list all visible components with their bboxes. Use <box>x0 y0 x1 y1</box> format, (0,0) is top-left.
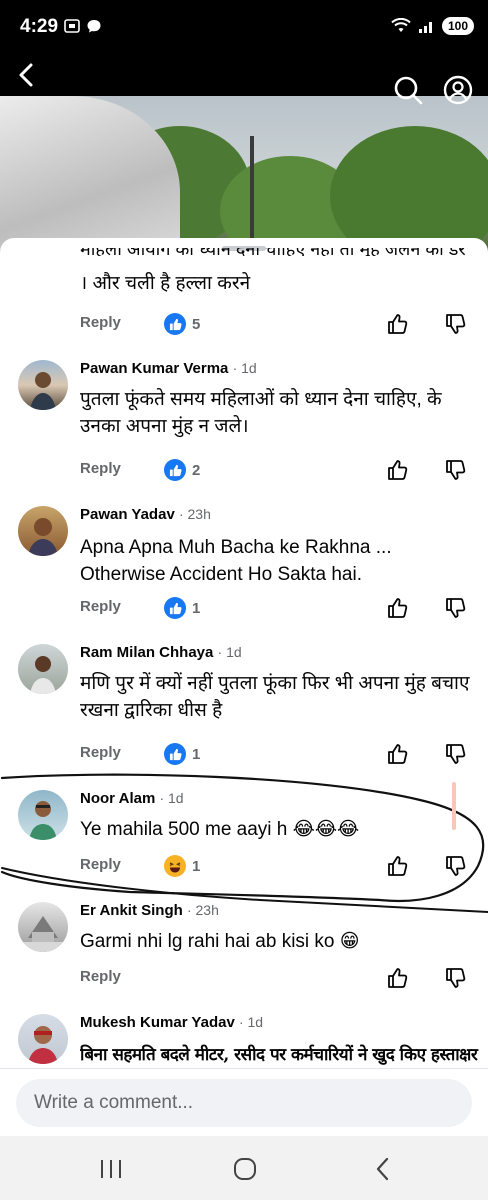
haha-reaction-icon <box>164 855 186 877</box>
home-icon[interactable] <box>230 1156 260 1182</box>
reaction-summary[interactable]: 2 <box>164 459 200 481</box>
comment-text: मणि पुर में क्यों नहीं पुतला फूंका फिर भ… <box>80 673 470 721</box>
comment-text: Apna Apna Muh Bacha ke Rakhna ... Otherw… <box>80 537 392 585</box>
reply-button[interactable]: Reply <box>80 856 121 873</box>
comment-author[interactable]: Mukesh Kumar Yadav · 1d <box>80 1014 263 1031</box>
comment-time: · 1d <box>217 644 242 660</box>
like-reaction-icon <box>164 313 186 335</box>
comment-author[interactable]: Pawan Kumar Verma · 1d <box>80 360 257 377</box>
comment-actions: Reply 2 <box>80 458 470 482</box>
thumbs-up-icon[interactable] <box>386 854 410 878</box>
status-bar: 4:29 100 <box>0 0 488 56</box>
reaction-count: 1 <box>192 745 201 763</box>
comment-actions: Reply 1 <box>80 596 470 620</box>
comment-author[interactable]: Noor Alam · 1d <box>80 790 184 807</box>
comment-actions: Reply 1 <box>80 742 470 766</box>
comment-time: · 23h <box>186 902 219 918</box>
comment-author[interactable]: Er Ankit Singh · 23h <box>80 902 219 919</box>
comment-text: । और चली है हल्ला करने <box>80 273 251 294</box>
comment-author[interactable]: Pawan Yadav · 23h <box>80 506 211 523</box>
reaction-summary[interactable]: 5 <box>164 313 200 335</box>
comment-actions: Reply <box>80 966 470 990</box>
write-comment-input[interactable] <box>16 1079 472 1127</box>
comment-text: बिना सहमति बदले मीटर, रसीद पर कर्मचारियो… <box>80 1045 478 1065</box>
reaction-count: 2 <box>192 461 201 479</box>
thumbs-down-icon[interactable] <box>444 312 468 336</box>
reaction-summary[interactable]: 1 <box>164 597 200 619</box>
comment-text: Garmi nhi lg rahi hai ab kisi ko 😁 <box>80 931 360 952</box>
status-time: 4:29 <box>20 16 59 37</box>
reply-button[interactable]: Reply <box>80 598 121 615</box>
chat-bubble-icon <box>87 20 101 33</box>
recent-apps-icon[interactable] <box>96 1156 126 1182</box>
wifi-icon <box>391 18 411 32</box>
profile-icon[interactable] <box>442 74 474 106</box>
back-icon[interactable] <box>368 1156 398 1182</box>
thumbs-down-icon[interactable] <box>444 596 468 620</box>
reply-button[interactable]: Reply <box>80 744 121 761</box>
avatar[interactable] <box>18 360 68 410</box>
reaction-summary[interactable]: 1 <box>164 743 200 765</box>
reply-button[interactable]: Reply <box>80 460 121 477</box>
comment-time: · 1d <box>159 790 184 806</box>
thumbs-up-icon[interactable] <box>386 966 410 990</box>
avatar[interactable] <box>18 506 68 556</box>
avatar[interactable] <box>18 790 68 840</box>
thumbs-up-icon[interactable] <box>386 458 410 482</box>
comment-text-partial-line: महिला आयोग को ध्यान देना चाहिए नहीं तो म… <box>80 240 466 256</box>
comment-actions: Reply 1 <box>80 854 470 878</box>
comment-composer <box>0 1068 488 1136</box>
tree-shape <box>330 126 488 250</box>
avatar[interactable] <box>18 1014 68 1064</box>
like-reaction-icon <box>164 743 186 765</box>
status-notification-icons <box>64 18 102 34</box>
comment-text: Ye mahila 500 me aayi h 😂😂😂 <box>80 819 360 840</box>
like-reaction-icon <box>164 597 186 619</box>
reaction-count: 5 <box>192 315 201 333</box>
comment-time: · 23h <box>178 506 211 522</box>
signal-icon <box>418 22 432 33</box>
status-system-icons: 100 <box>390 17 474 35</box>
avatar[interactable] <box>18 902 68 952</box>
system-navigation-bar <box>0 1136 488 1200</box>
comments-sheet: महिला आयोग को ध्यान देना चाहिए नहीं तो म… <box>0 238 488 1138</box>
reaction-summary[interactable]: 1 <box>164 855 200 877</box>
video-overlay-icons <box>392 74 474 106</box>
battery-indicator: 100 <box>441 17 474 35</box>
thumbs-up-icon[interactable] <box>386 312 410 336</box>
avatar[interactable] <box>18 644 68 694</box>
video-preview[interactable] <box>0 96 488 250</box>
reply-button[interactable]: Reply <box>80 314 121 331</box>
effigy-cloth <box>0 96 180 250</box>
reaction-count: 1 <box>192 599 201 617</box>
reaction-count: 1 <box>192 857 201 875</box>
comment-author[interactable]: Ram Milan Chhaya · 1d <box>80 644 242 661</box>
comment-text: पुतला फूंकते समय महिलाओं को ध्यान देना च… <box>80 389 442 437</box>
comment-actions: Reply 5 <box>80 312 470 336</box>
like-reaction-icon <box>164 459 186 481</box>
screenshot-icon <box>64 19 80 33</box>
comment-time: · 1d <box>238 1014 264 1030</box>
thumbs-down-icon[interactable] <box>444 742 468 766</box>
highlight-mark <box>452 782 456 830</box>
utility-pole <box>250 136 254 246</box>
thumbs-up-icon[interactable] <box>386 596 410 620</box>
thumbs-down-icon[interactable] <box>444 458 468 482</box>
comment-time: · 1d <box>232 360 257 376</box>
thumbs-down-icon[interactable] <box>444 854 468 878</box>
search-icon[interactable] <box>392 74 424 106</box>
thumbs-down-icon[interactable] <box>444 966 468 990</box>
back-arrow-icon[interactable] <box>12 60 42 90</box>
reply-button[interactable]: Reply <box>80 968 121 985</box>
thumbs-up-icon[interactable] <box>386 742 410 766</box>
